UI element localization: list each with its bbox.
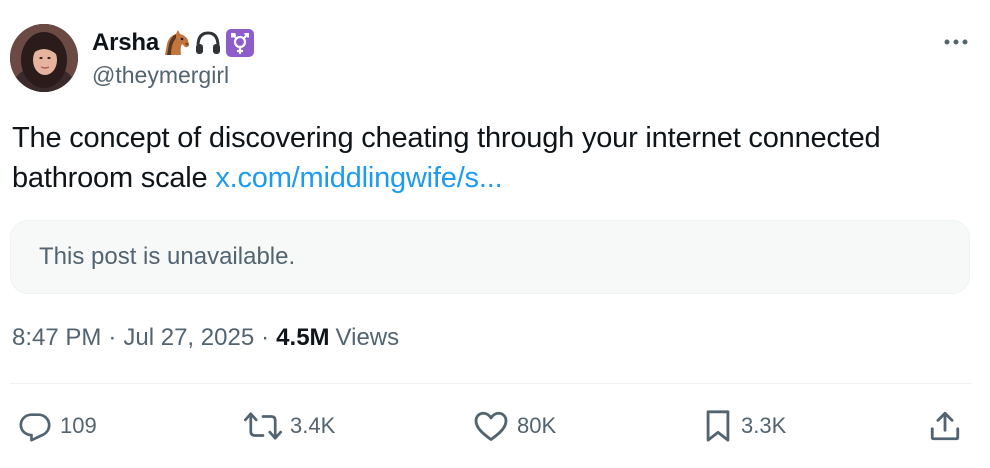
heart-icon bbox=[474, 411, 508, 441]
views-label: Views bbox=[335, 324, 400, 351]
post-date[interactable]: Jul 27, 2025 bbox=[123, 324, 254, 352]
like-button[interactable]: 80K bbox=[473, 404, 556, 448]
headphones-emoji-icon bbox=[193, 28, 223, 58]
divider bbox=[10, 383, 972, 384]
unavailable-message: This post is unavailable. bbox=[39, 243, 296, 270]
repost-icon bbox=[244, 412, 282, 440]
post-time[interactable]: 8:47 PM bbox=[12, 324, 101, 352]
horse-emoji-icon bbox=[161, 28, 191, 58]
repost-count: 3.4K bbox=[290, 413, 336, 438]
reply-icon bbox=[19, 413, 51, 442]
post-text: The concept of discovering cheating thro… bbox=[12, 118, 962, 198]
author-handle[interactable]: @theymergirl bbox=[92, 62, 229, 89]
bookmark-button[interactable]: 3.3K bbox=[703, 404, 786, 448]
bookmark-count: 3.3K bbox=[741, 413, 787, 438]
author-display-name[interactable]: Arsha bbox=[92, 29, 159, 57]
action-bar: 109 3.4K 80K 3.3K bbox=[0, 404, 990, 448]
reply-button[interactable]: 109 bbox=[18, 404, 97, 448]
author-badges bbox=[161, 28, 255, 58]
tweet: Arsha @theymergirl The concept of discov… bbox=[0, 0, 990, 468]
meta-separator-2: · bbox=[261, 324, 270, 351]
bookmark-icon bbox=[706, 410, 730, 442]
quoted-post-unavailable: This post is unavailable. bbox=[10, 220, 970, 294]
avatar-image bbox=[10, 24, 78, 92]
transgender-symbol-icon bbox=[225, 28, 255, 58]
share-icon bbox=[930, 411, 960, 441]
meta-separator: · bbox=[108, 324, 117, 351]
avatar[interactable] bbox=[10, 24, 78, 92]
reply-count: 109 bbox=[60, 413, 97, 438]
author-name-row: Arsha bbox=[92, 27, 255, 59]
post-meta: 8:47 PM · Jul 27, 2025 · 4.5M Views bbox=[12, 324, 399, 352]
views-count: 4.5M bbox=[276, 324, 330, 351]
like-count: 80K bbox=[517, 413, 557, 438]
share-button[interactable] bbox=[928, 404, 962, 448]
post-link[interactable]: x.com/middlingwife/s... bbox=[215, 162, 502, 194]
repost-button[interactable]: 3.4K bbox=[244, 404, 335, 448]
more-options-button[interactable] bbox=[940, 28, 972, 56]
more-dots-icon bbox=[944, 39, 968, 45]
